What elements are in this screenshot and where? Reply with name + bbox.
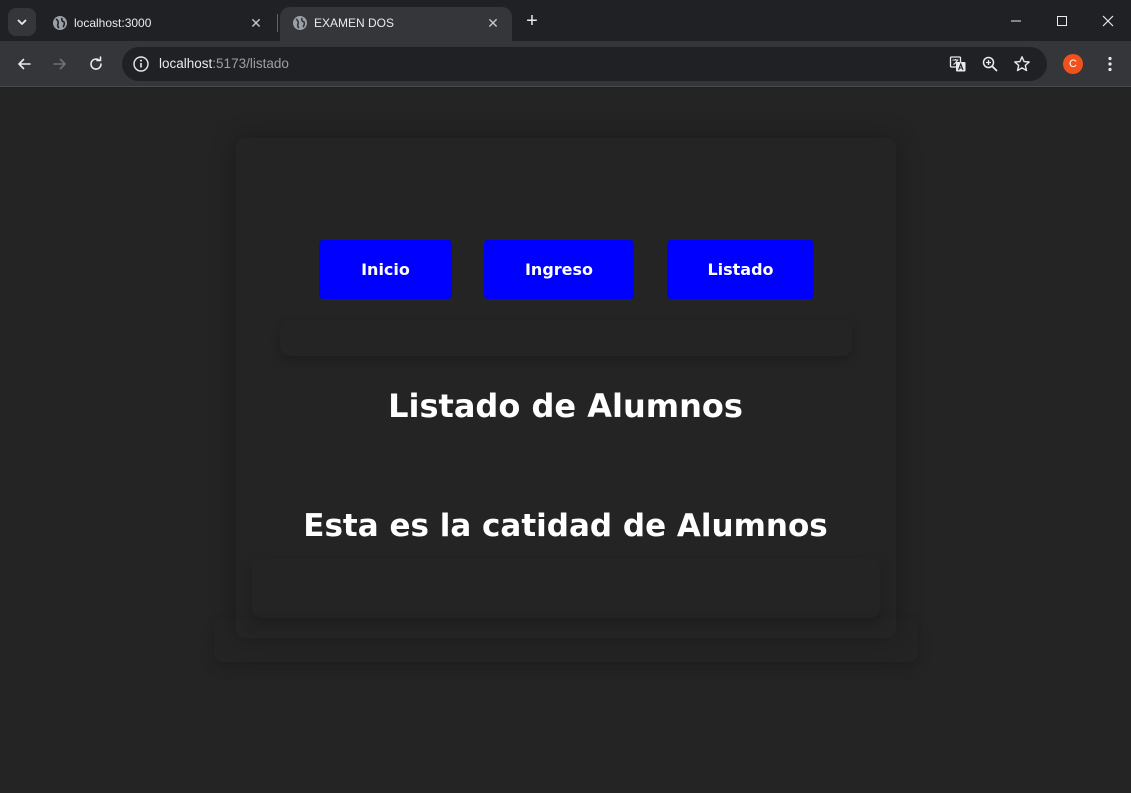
content-shadow xyxy=(252,558,880,618)
page-title: Listado de Alumnos xyxy=(388,387,743,425)
address-bar[interactable]: localhost:5173/listado xyxy=(122,47,1047,81)
ingreso-button[interactable]: Ingreso xyxy=(484,240,634,299)
translate-icon xyxy=(949,56,966,72)
tab-search-button[interactable] xyxy=(8,8,36,36)
globe-icon xyxy=(53,16,67,30)
page-viewport: Inicio Ingreso Listado Listado de Alumno… xyxy=(0,88,1131,793)
nav-shadow xyxy=(280,320,852,356)
arrow-left-icon xyxy=(18,58,31,70)
url-host: localhost xyxy=(159,56,213,71)
window-close-button[interactable] xyxy=(1085,0,1131,41)
menu-button[interactable] xyxy=(1098,51,1122,77)
minimize-button[interactable] xyxy=(993,0,1039,41)
tab-title: localhost:3000 xyxy=(74,16,152,30)
inicio-button[interactable]: Inicio xyxy=(319,240,452,299)
maximize-icon xyxy=(1057,15,1067,26)
chevron-down-icon xyxy=(17,19,27,25)
maximize-button[interactable] xyxy=(1039,0,1085,41)
more-vertical-icon xyxy=(1108,56,1112,72)
tab-localhost-3000[interactable]: localhost:3000 ✕ xyxy=(40,7,275,41)
tab-strip: localhost:3000 ✕ EXAMEN DOS ✕ + xyxy=(0,0,1131,41)
zoom-button[interactable] xyxy=(980,54,1000,74)
reload-icon xyxy=(90,56,102,70)
close-icon[interactable]: ✕ xyxy=(247,14,265,32)
close-icon xyxy=(1102,15,1114,26)
translate-button[interactable] xyxy=(948,54,968,74)
bookmark-button[interactable] xyxy=(1012,54,1032,74)
zoom-in-icon xyxy=(982,56,998,72)
reload-button[interactable] xyxy=(82,50,110,78)
browser-toolbar: localhost:5173/listado C xyxy=(0,41,1131,87)
forward-button[interactable] xyxy=(46,50,74,78)
arrow-right-icon xyxy=(53,58,66,70)
footer-shadow xyxy=(214,618,918,662)
tab-examen-dos[interactable]: EXAMEN DOS ✕ xyxy=(280,7,512,41)
listado-button[interactable]: Listado xyxy=(667,240,814,299)
url-path: :5173/listado xyxy=(212,56,289,71)
minimize-icon xyxy=(1011,20,1021,21)
close-icon[interactable]: ✕ xyxy=(484,14,502,32)
tab-divider xyxy=(277,14,278,32)
info-icon[interactable] xyxy=(132,55,150,73)
back-button[interactable] xyxy=(10,50,38,78)
profile-avatar[interactable]: C xyxy=(1063,54,1083,74)
student-count-text: Esta es la catidad de Alumnos xyxy=(303,508,828,544)
new-tab-button[interactable]: + xyxy=(520,9,544,33)
star-icon xyxy=(1014,56,1030,72)
tab-title: EXAMEN DOS xyxy=(314,16,395,30)
globe-icon xyxy=(293,16,307,30)
url-text: localhost:5173/listado xyxy=(159,56,289,72)
